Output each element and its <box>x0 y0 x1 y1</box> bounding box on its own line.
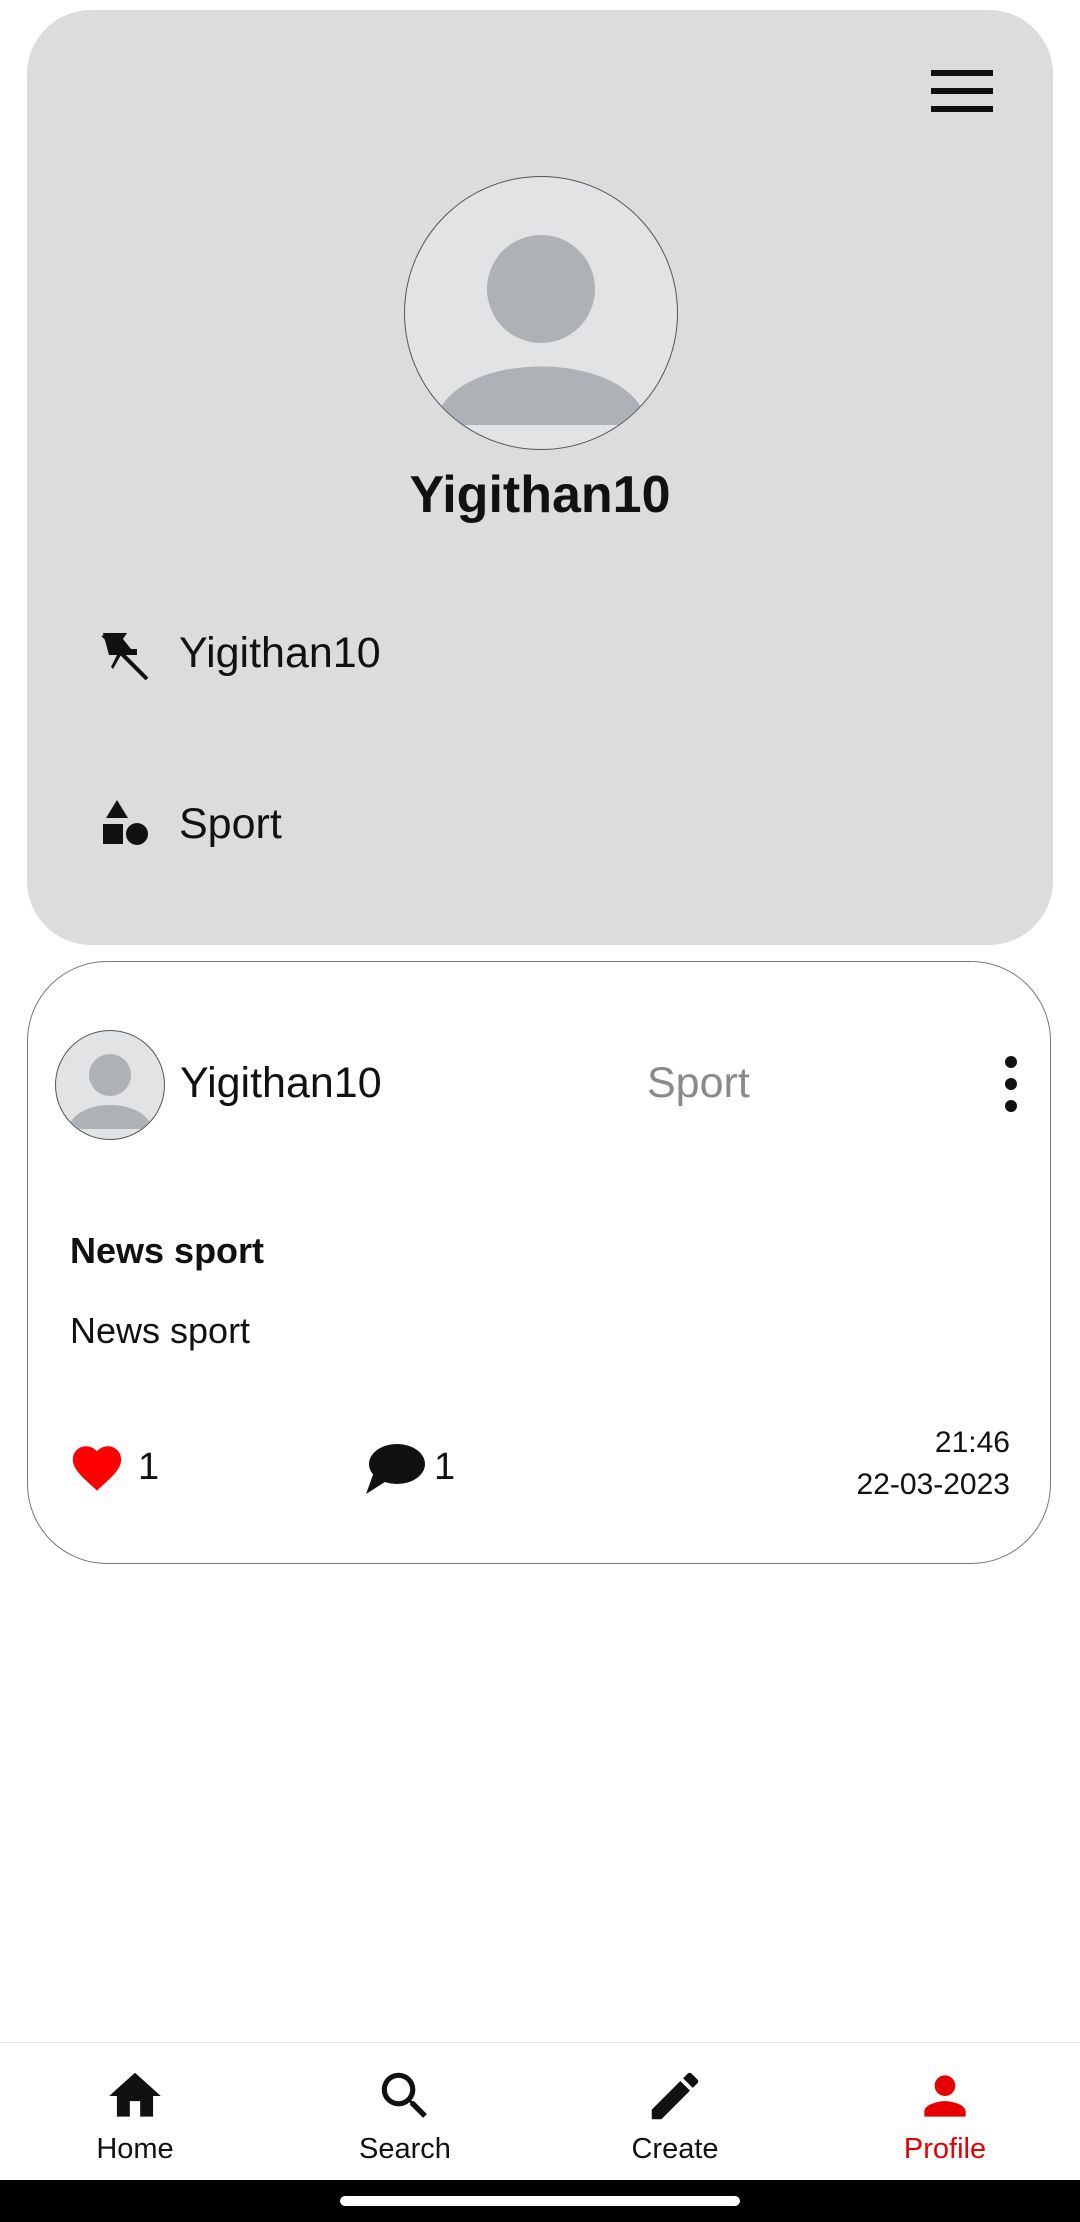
bottom-nav: Home Search Create Profile <box>0 2042 1080 2181</box>
hamburger-menu-button[interactable] <box>921 52 999 130</box>
pinned-label: Yigithan10 <box>179 628 381 677</box>
nav-search[interactable]: Search <box>270 2043 540 2181</box>
profile-avatar[interactable] <box>404 176 678 450</box>
nav-profile-label: Profile <box>903 2133 987 2165</box>
pinned-row: Yigithan10 <box>97 618 381 688</box>
heart-icon <box>72 1446 122 1491</box>
post-author-avatar[interactable] <box>55 1030 165 1140</box>
profile-card: Yigithan10 Yigithan10 Sport <box>27 10 1053 945</box>
post-category: Sport <box>647 1059 750 1107</box>
person-icon <box>914 2065 976 2127</box>
post-time: 21:46 <box>934 1426 1010 1459</box>
home-icon <box>104 2065 166 2127</box>
comment-icon <box>366 1444 425 1494</box>
gesture-home-indicator[interactable] <box>340 2196 740 2206</box>
post-body: News sport <box>70 1310 251 1351</box>
nav-create-label: Create <box>631 2133 719 2165</box>
post-author-name[interactable]: Yigithan10 <box>180 1059 382 1108</box>
avatar-placeholder-icon <box>68 1054 152 1129</box>
like-button[interactable] <box>68 1439 126 1497</box>
post-more-button[interactable] <box>996 1052 1026 1120</box>
hamburger-icon <box>931 70 993 112</box>
comment-count: 1 <box>434 1446 456 1488</box>
nav-create[interactable]: Create <box>540 2043 810 2181</box>
avatar-placeholder-icon <box>435 235 647 425</box>
category-icon <box>97 796 153 852</box>
more-vert-icon <box>1005 1056 1017 1112</box>
category-label: Sport <box>179 799 282 848</box>
pin-off-icon <box>97 625 153 681</box>
post-title: News sport <box>70 1230 265 1271</box>
nav-profile[interactable]: Profile <box>810 2043 1080 2181</box>
profile-username: Yigithan10 <box>409 466 671 524</box>
nav-search-label: Search <box>359 2133 451 2165</box>
nav-home-label: Home <box>96 2133 174 2165</box>
like-count: 1 <box>138 1446 160 1488</box>
comment-button[interactable] <box>364 1442 426 1498</box>
nav-home[interactable]: Home <box>0 2043 270 2181</box>
category-row: Sport <box>97 789 282 859</box>
search-icon <box>374 2065 436 2127</box>
pencil-icon <box>644 2065 706 2127</box>
post-card[interactable]: Yigithan10 Sport News sport News sport 1… <box>27 961 1051 1564</box>
post-date: 22-03-2023 <box>856 1468 1010 1501</box>
